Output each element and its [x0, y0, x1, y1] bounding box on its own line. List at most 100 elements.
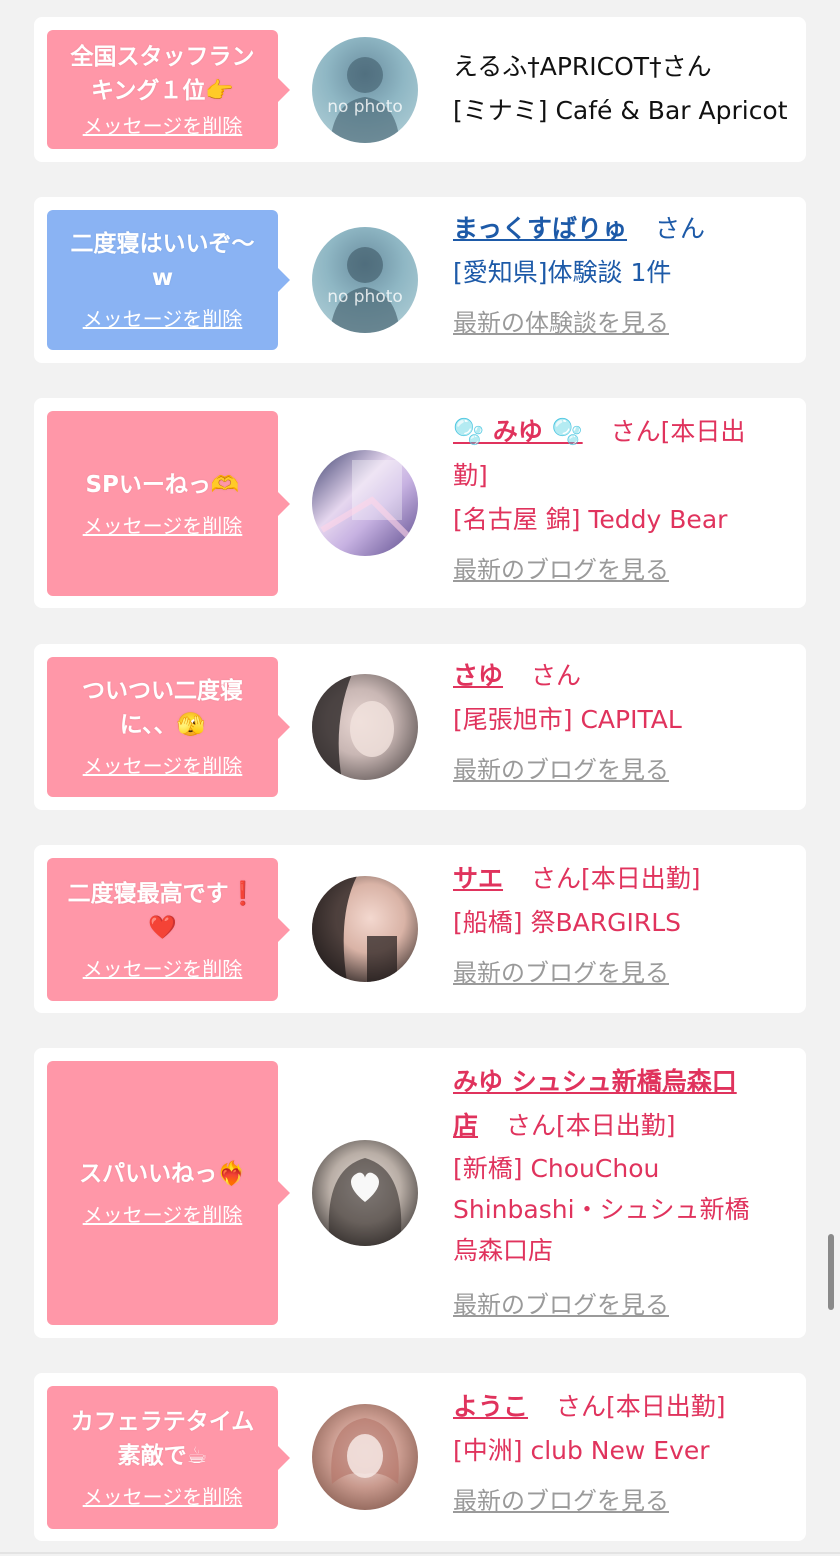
- honorific: さん: [530, 864, 581, 893]
- honorific: さん: [530, 661, 581, 690]
- honorific: さん: [610, 417, 661, 446]
- user-name-line: さゆ さん: [453, 654, 794, 698]
- bubble-text-line: 二度寝最高です❗: [67, 880, 258, 907]
- latest-review-link[interactable]: 最新の体験談を見る: [453, 303, 794, 343]
- user-info: サエ さん[本日出勤] [船橋] 祭BARGIRLS 最新のブログを見る: [453, 857, 794, 993]
- message-bubble: 二度寝最高です❗ ❤️ メッセージを削除: [47, 858, 278, 1001]
- on-duty-badge: [本日出: [660, 417, 746, 446]
- user-info: さゆ さん [尾張旭市] CAPITAL 最新のブログを見る: [453, 654, 794, 790]
- shop-name: [名古屋 錦] Teddy Bear: [453, 505, 728, 534]
- delete-message-link[interactable]: メッセージを削除: [83, 1201, 243, 1229]
- bubble-text-line: に、、🫣: [119, 712, 206, 738]
- bubble-text: SPいーねっ🫶: [85, 471, 240, 498]
- bubble-text: スパいいねっ❤️‍🔥: [79, 1161, 246, 1187]
- message-card: 二度寝はいいぞ〜 w メッセージを削除 no photo まっくすばりゅ さん …: [34, 197, 806, 363]
- user-info: まっくすばりゅ さん [愛知県]体験談 1件 最新の体験談を見る: [453, 207, 794, 343]
- shop-name-line: 烏森口店: [453, 1236, 554, 1265]
- bubble-text: 全国スタッフラン キング１位👉: [71, 40, 255, 108]
- avatar[interactable]: [312, 1140, 418, 1246]
- bubble-text-line: 素敵で☕: [117, 1442, 208, 1469]
- delete-message-link[interactable]: メッセージを削除: [83, 1483, 243, 1511]
- no-photo-label: no photo: [327, 287, 403, 307]
- message-bubble: カフェラテタイム 素敵で☕ メッセージを削除: [47, 1386, 278, 1529]
- avatar[interactable]: [312, 450, 418, 556]
- latest-blog-link[interactable]: 最新のブログを見る: [453, 1285, 794, 1325]
- delete-message-link[interactable]: メッセージを削除: [83, 955, 243, 983]
- delete-message-link[interactable]: メッセージを削除: [83, 305, 243, 333]
- message-bubble: スパいいねっ❤️‍🔥 メッセージを削除: [47, 1061, 278, 1325]
- bubble-text: 二度寝はいいぞ〜 w: [71, 227, 255, 295]
- message-bubble: ついつい二度寝 に、、🫣 メッセージを削除: [47, 657, 278, 797]
- bubble-text-line: w: [151, 265, 174, 291]
- bubble-text-line: ❤️: [148, 914, 177, 941]
- message-card: 全国スタッフラン キング１位👉 メッセージを削除 no photo えるふ†AP…: [34, 17, 806, 162]
- photo-thumbnail-icon: [328, 1158, 402, 1246]
- bubble-text: 二度寝最高です❗ ❤️: [68, 877, 258, 945]
- bubble-text-line: カフェラテタイム: [70, 1408, 255, 1435]
- photo-thumbnail-icon: [312, 876, 397, 982]
- on-duty-badge: [本日出勤]: [555, 1111, 676, 1140]
- user-name-line: まっくすばりゅ さん: [453, 207, 794, 251]
- user-name-line1[interactable]: みゆ シュシュ新橋烏森口: [453, 1067, 737, 1096]
- message-card: 二度寝最高です❗ ❤️ メッセージを削除 サエ さん[本日出勤] [船橋] 祭B…: [34, 845, 806, 1013]
- no-photo-label: no photo: [327, 97, 403, 117]
- shop-name: [中洲] club New Ever: [453, 1436, 710, 1465]
- user-info: 🫧 みゆ 🫧 さん[本日出 勤] [名古屋 錦] Teddy Bear 最新のブ…: [453, 410, 794, 590]
- shop-name: [船橋] 祭BARGIRLS: [453, 908, 681, 937]
- user-name-line: 店 さん[本日出勤]: [453, 1104, 794, 1148]
- user-name-link[interactable]: 🫧 みゆ 🫧: [453, 417, 583, 446]
- avatar[interactable]: [312, 674, 418, 780]
- delete-message-link[interactable]: メッセージを削除: [83, 512, 243, 540]
- user-name-link[interactable]: まっくすばりゅ: [453, 214, 627, 243]
- message-bubble: SPいーねっ🫶 メッセージを削除: [47, 411, 278, 596]
- on-duty-badge-cont: 勤]: [453, 461, 488, 490]
- avatar[interactable]: no photo: [312, 37, 418, 143]
- message-card: カフェラテタイム 素敵で☕ メッセージを削除 ようこ さん[本日出勤] [中洲]…: [34, 1373, 806, 1541]
- divider: [0, 1552, 840, 1554]
- message-card: スパいいねっ❤️‍🔥 メッセージを削除 みゆ シュシュ新橋烏森口 店 さん[本日…: [34, 1048, 806, 1338]
- user-name-link[interactable]: みゆ シュシュ新橋烏森口: [453, 1060, 794, 1104]
- bubble-text-line: キング１位👉: [91, 77, 234, 104]
- user-name: えるふ†APRICOT†さん: [453, 52, 712, 81]
- delete-message-link[interactable]: メッセージを削除: [83, 752, 243, 780]
- honorific: さん: [555, 1392, 606, 1421]
- user-info: みゆ シュシュ新橋烏森口 店 さん[本日出勤] [新橋] ChouChou Sh…: [453, 1060, 794, 1325]
- on-duty-badge: [本日出勤]: [580, 864, 701, 893]
- shop-name: [ミナミ] Café & Bar Apricot: [453, 96, 788, 125]
- delete-message-link[interactable]: メッセージを削除: [83, 112, 243, 140]
- photo-thumbnail-icon: [320, 460, 415, 543]
- avatar[interactable]: [312, 1404, 418, 1510]
- honorific: さん: [654, 214, 705, 243]
- user-name-line: 🫧 みゆ 🫧 さん[本日出: [453, 410, 794, 454]
- avatar[interactable]: [312, 876, 418, 982]
- latest-blog-link[interactable]: 最新のブログを見る: [453, 750, 794, 790]
- person-silhouette-icon: [330, 247, 400, 333]
- user-name-line2[interactable]: 店: [453, 1111, 478, 1140]
- shop-name: [愛知県]体験談 1件: [453, 258, 672, 287]
- scrollbar[interactable]: [828, 1234, 834, 1310]
- bubble-text-line: 二度寝はいいぞ〜: [70, 231, 255, 257]
- user-name-line: ようこ さん[本日出勤]: [453, 1385, 794, 1429]
- photo-thumbnail-icon: [331, 1418, 399, 1484]
- latest-blog-link[interactable]: 最新のブログを見る: [453, 550, 794, 590]
- latest-blog-link[interactable]: 最新のブログを見る: [453, 953, 794, 993]
- person-silhouette-icon: [330, 57, 400, 143]
- shop-name-line: [新橋] ChouChou: [453, 1154, 660, 1183]
- bubble-text: カフェラテタイム 素敵で☕: [71, 1405, 255, 1473]
- user-name-line: サエ さん[本日出勤]: [453, 857, 794, 901]
- shop-name-line: Shinbashi・シュシュ新橋: [453, 1195, 750, 1224]
- user-name-link[interactable]: サエ: [453, 864, 503, 893]
- shop-name: [新橋] ChouChou Shinbashi・シュシュ新橋 烏森口店: [453, 1148, 794, 1271]
- message-card: ついつい二度寝 に、、🫣 メッセージを削除 さゆ さん [尾張旭市] CAPIT…: [34, 644, 806, 810]
- user-name-link[interactable]: さゆ: [453, 661, 503, 690]
- on-duty-badge: [本日出勤]: [605, 1392, 726, 1421]
- avatar[interactable]: no photo: [312, 227, 418, 333]
- photo-thumbnail-icon: [312, 674, 394, 780]
- latest-blog-link[interactable]: 最新のブログを見る: [453, 1481, 794, 1521]
- user-name-link[interactable]: ようこ: [453, 1392, 528, 1421]
- user-info: ようこ さん[本日出勤] [中洲] club New Ever 最新のブログを見…: [453, 1385, 794, 1521]
- shop-name: [尾張旭市] CAPITAL: [453, 705, 682, 734]
- honorific: さん: [505, 1111, 556, 1140]
- bubble-text-line: ついつい二度寝: [82, 678, 243, 704]
- bubble-text-line: 全国スタッフラン: [70, 43, 255, 70]
